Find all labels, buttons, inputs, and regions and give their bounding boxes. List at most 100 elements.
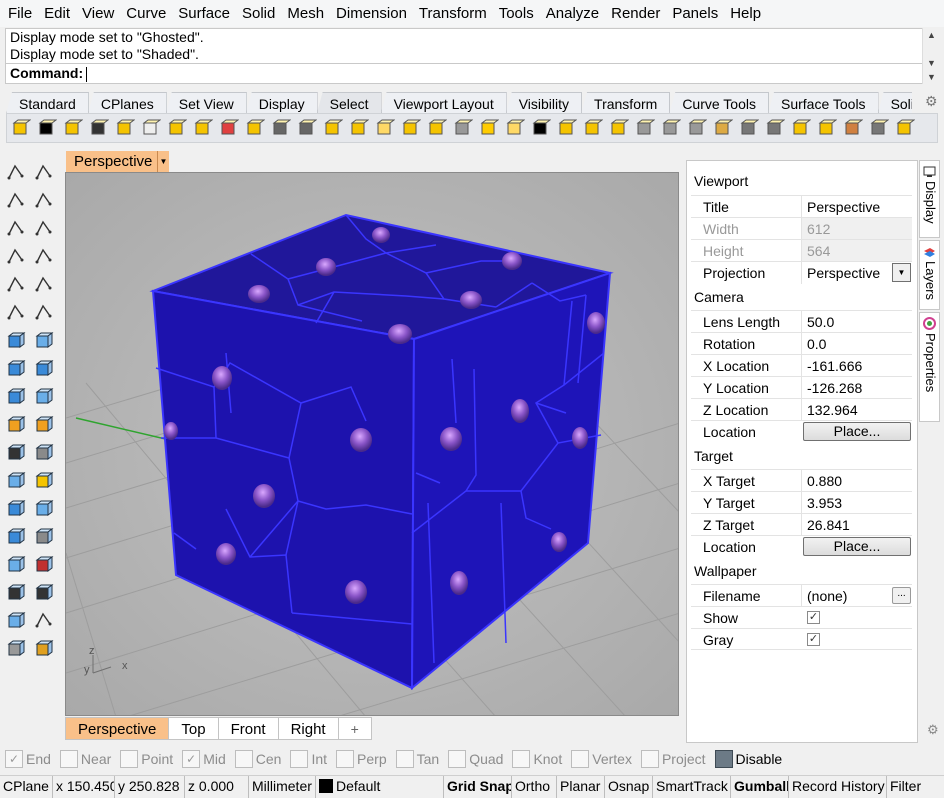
z-location-field[interactable]: 132.964	[801, 399, 912, 421]
osnap-perp[interactable]: Perp	[336, 750, 387, 768]
check-icon[interactable]	[32, 608, 56, 632]
select-planes-icon[interactable]	[581, 116, 605, 140]
status-filter[interactable]: Filter	[887, 776, 944, 798]
lens-length-field[interactable]: 50.0	[801, 311, 912, 333]
rectangle-icon[interactable]	[32, 244, 56, 268]
x-location-field[interactable]: -161.666	[801, 355, 912, 377]
select-shaded-icon[interactable]	[711, 116, 735, 140]
status-osnap[interactable]: Osnap	[605, 776, 653, 798]
curve-icon[interactable]	[32, 188, 56, 212]
add-viewport-button[interactable]: +	[337, 717, 372, 740]
osnap-disable[interactable]: Disable	[714, 750, 782, 768]
box-icon[interactable]	[4, 356, 28, 380]
menu-transform[interactable]: Transform	[413, 0, 493, 27]
status-grid-snap[interactable]: Grid Snap	[444, 776, 512, 798]
render-icon[interactable]	[4, 608, 28, 632]
scroll-up-icon[interactable]: ▲	[923, 28, 940, 42]
history-icon[interactable]	[32, 552, 56, 576]
menu-analyze[interactable]: Analyze	[540, 0, 605, 27]
side-tab-layers[interactable]: Layers	[919, 240, 940, 310]
x-target-field[interactable]: 0.880	[801, 470, 912, 492]
circle-icon[interactable]	[4, 216, 28, 240]
command-scrollbar[interactable]: ▲ ▼ ▼	[922, 28, 939, 84]
osnap-tan[interactable]: Tan	[395, 750, 439, 768]
osnap-checkbox[interactable]	[640, 750, 659, 768]
command-line[interactable]: Command:	[5, 63, 922, 84]
menu-tools[interactable]: Tools	[493, 0, 540, 27]
z-target-field[interactable]: 26.841	[801, 514, 912, 536]
show-checkbox[interactable]: ✓	[807, 611, 820, 624]
rotation-field[interactable]: 0.0	[801, 333, 912, 355]
menu-mesh[interactable]: Mesh	[281, 0, 330, 27]
viewport-title[interactable]: Perspective ▼	[66, 151, 169, 173]
select-chain-icon[interactable]	[685, 116, 709, 140]
viewport-tab-perspective[interactable]: Perspective	[65, 717, 170, 740]
status-record-history[interactable]: Record History	[789, 776, 887, 798]
surface-icon[interactable]	[4, 328, 28, 352]
polygon-icon[interactable]	[4, 272, 28, 296]
freeform-icon[interactable]	[32, 272, 56, 296]
osnap-checkbox[interactable]	[234, 750, 253, 768]
osnap-vertex[interactable]: Vertex	[571, 750, 632, 768]
viewport-tab-right[interactable]: Right	[277, 717, 339, 740]
status-smarttrack[interactable]: SmartTrack	[653, 776, 731, 798]
osnap-knot[interactable]: Knot	[512, 750, 562, 768]
align-icon[interactable]	[32, 524, 56, 548]
select-annotations-icon[interactable]	[347, 116, 371, 140]
select-box-icon[interactable]	[763, 116, 787, 140]
status-cplane[interactable]: CPlane	[0, 776, 53, 798]
viewport-tab-top[interactable]: Top	[168, 717, 219, 740]
select-sphere-icon[interactable]	[529, 116, 553, 140]
select-cone-icon[interactable]	[815, 116, 839, 140]
menu-dimension[interactable]: Dimension	[330, 0, 413, 27]
menu-edit[interactable]: Edit	[38, 0, 76, 27]
group-icon[interactable]	[4, 468, 28, 492]
select-meshes-icon[interactable]	[321, 116, 345, 140]
osnap-checkbox[interactable]: ✓	[182, 750, 201, 768]
select-name-icon[interactable]	[789, 116, 813, 140]
status-planar[interactable]: Planar	[557, 776, 605, 798]
cam-icon[interactable]	[32, 636, 56, 660]
menu-file[interactable]: File	[2, 0, 38, 27]
solid-edit-icon[interactable]	[4, 384, 28, 408]
y-location-field[interactable]: -126.268	[801, 377, 912, 399]
tab-display[interactable]: Display	[245, 92, 318, 114]
select-lines-icon[interactable]	[503, 116, 527, 140]
select-dims-icon[interactable]	[139, 116, 163, 140]
select-solids-icon[interactable]	[191, 116, 215, 140]
arc-icon[interactable]	[4, 244, 28, 268]
select-open-icon[interactable]	[477, 116, 501, 140]
extrude-icon[interactable]	[32, 328, 56, 352]
side-tab-properties[interactable]: Properties	[919, 312, 940, 422]
select-surfaces-icon[interactable]	[113, 116, 137, 140]
camera-place-button[interactable]: Place...	[803, 422, 911, 441]
osnap-end[interactable]: ✓ End	[5, 750, 51, 768]
tab-curve-tools[interactable]: Curve Tools	[669, 92, 769, 114]
menu-panels[interactable]: Panels	[666, 0, 724, 27]
osnap-checkbox[interactable]	[448, 750, 467, 768]
y-target-field[interactable]: 3.953	[801, 492, 912, 514]
array-icon[interactable]	[4, 524, 28, 548]
osnap-checkbox[interactable]	[395, 750, 414, 768]
menu-help[interactable]: Help	[724, 0, 767, 27]
select-boxes-icon[interactable]	[555, 116, 579, 140]
select-filter-icon[interactable]	[893, 116, 917, 140]
osnap-project[interactable]: Project	[640, 750, 706, 768]
viewport-menu-arrow-icon[interactable]: ▼	[157, 151, 169, 173]
ellipse-icon[interactable]	[32, 216, 56, 240]
side-tab-display[interactable]: Display	[919, 160, 940, 238]
tab-visibility[interactable]: Visibility	[505, 92, 583, 114]
tab-surface-tools[interactable]: Surface Tools	[767, 92, 879, 114]
select-dots-icon[interactable]	[269, 116, 293, 140]
polyline-icon[interactable]	[4, 188, 28, 212]
scroll-down-icon[interactable]: ▼	[923, 56, 940, 70]
menu-curve[interactable]: Curve	[120, 0, 172, 27]
select-arrow-icon[interactable]	[4, 160, 28, 184]
target-place-button[interactable]: Place...	[803, 537, 911, 556]
transform-icon[interactable]	[4, 412, 28, 436]
tab-standard[interactable]: Standard	[6, 92, 89, 114]
osnap-checkbox[interactable]	[336, 750, 355, 768]
tab-cplanes[interactable]: CPlanes	[87, 92, 167, 114]
browse-button[interactable]: ...	[892, 587, 911, 604]
point-icon[interactable]	[32, 160, 56, 184]
